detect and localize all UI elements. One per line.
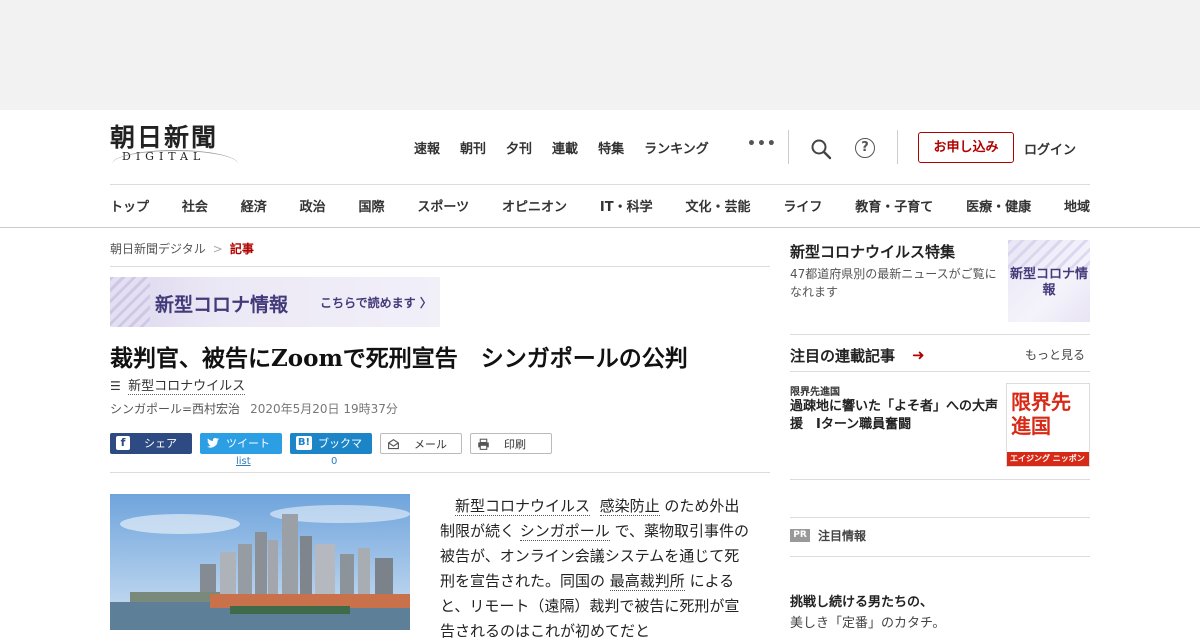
publish-date: 2020年5月20日 19時37分 bbox=[250, 402, 398, 416]
breadcrumb-home[interactable]: 朝日新聞デジタル bbox=[110, 242, 206, 256]
ad-banner-area bbox=[0, 0, 1200, 110]
divider bbox=[897, 130, 898, 164]
feature-thumb-text: 新型コロナ情報 bbox=[1009, 267, 1088, 298]
serial-headline[interactable]: 過疎地に響いた「よそ者」への大声援 Iターン職員奮闘 bbox=[790, 398, 1002, 434]
cat-it-science[interactable]: IT・科学 bbox=[600, 196, 653, 215]
article-body: 新型コロナウイルス 感染防止 のため外出制限が続く シンガポール で、薬物取引事… bbox=[440, 494, 750, 644]
mail-icon bbox=[388, 438, 399, 449]
nav-rensai[interactable]: 連載 bbox=[552, 138, 578, 157]
serial-thumb-bar: エイジング ニッポン bbox=[1007, 452, 1089, 466]
banner-cta: こちらで読めます 〉 bbox=[320, 296, 432, 310]
subscribe-button[interactable]: お申し込み bbox=[918, 132, 1014, 163]
serial-section-title[interactable]: 注目の連載記事 bbox=[790, 345, 895, 366]
site-header: 朝日新聞 DIGITAL 速報 朝刊 夕刊 連載 特集 ランキング ••• ? … bbox=[0, 110, 1200, 228]
cat-society[interactable]: 社会 bbox=[182, 196, 208, 215]
site-logo[interactable]: 朝日新聞 DIGITAL bbox=[110, 124, 242, 168]
nav-tokushu[interactable]: 特集 bbox=[598, 138, 624, 157]
serial-label: 限界先進国 bbox=[790, 387, 840, 398]
breadcrumb: 朝日新聞デジタル > 記事 bbox=[110, 240, 254, 257]
list-icon: ☰ bbox=[110, 379, 121, 393]
breadcrumb-separator: > bbox=[212, 242, 223, 256]
nav-sokuho[interactable]: 速報 bbox=[414, 138, 440, 157]
author: シンガポール=西村宏治 bbox=[110, 402, 241, 416]
serial-thumb-title: 限界先進国 bbox=[1011, 390, 1071, 438]
print-label: 印刷 bbox=[504, 438, 526, 451]
hatena-icon: B! bbox=[296, 436, 312, 450]
keyword-link-singapore[interactable]: シンガポール bbox=[519, 522, 610, 541]
twitter-icon bbox=[206, 437, 220, 448]
arrow-right-icon[interactable]: ➜ bbox=[912, 346, 925, 364]
divider bbox=[790, 556, 1090, 557]
cat-politics[interactable]: 政治 bbox=[300, 196, 326, 215]
cat-health[interactable]: 医療・健康 bbox=[966, 196, 1031, 215]
more-link[interactable]: もっと見る bbox=[1025, 346, 1085, 363]
breadcrumb-current: 記事 bbox=[229, 242, 254, 256]
mail-share-button[interactable]: メール bbox=[380, 433, 462, 454]
category-nav: トップ 社会 経済 政治 国際 スポーツ オピニオン IT・科学 文化・芸能 ラ… bbox=[110, 196, 1090, 215]
printer-icon bbox=[478, 438, 489, 450]
body-indent bbox=[440, 497, 455, 515]
search-icon[interactable] bbox=[810, 138, 832, 160]
twitter-share-button[interactable]: ツイート bbox=[200, 433, 282, 454]
pr-badge: PR bbox=[790, 529, 810, 542]
feature-description: 47都道府県別の最新ニュースがご覧になれます bbox=[790, 267, 997, 299]
facebook-share-button[interactable]: f シェア bbox=[110, 433, 192, 454]
facebook-icon: f bbox=[116, 436, 130, 450]
divider bbox=[790, 334, 1090, 335]
help-icon[interactable]: ? bbox=[855, 138, 875, 158]
divider bbox=[790, 371, 1090, 372]
topic-tag[interactable]: 新型コロナウイルス bbox=[128, 379, 246, 395]
cat-life[interactable]: ライフ bbox=[783, 196, 822, 215]
cat-opinion[interactable]: オピニオン bbox=[502, 196, 567, 215]
cat-international[interactable]: 国際 bbox=[359, 196, 385, 215]
nav-choukan[interactable]: 朝刊 bbox=[460, 138, 486, 157]
cat-education[interactable]: 教育・子育て bbox=[855, 196, 933, 215]
cat-top[interactable]: トップ bbox=[110, 196, 149, 215]
feature-thumbnail[interactable]: 新型コロナ情報 bbox=[1008, 240, 1090, 322]
facebook-share-label: シェア bbox=[144, 437, 177, 450]
logo-main-text: 朝日新聞 bbox=[110, 123, 219, 152]
divider bbox=[788, 130, 789, 164]
pr-subheadline[interactable]: 美しき「定番」のカタチ。 bbox=[790, 612, 945, 631]
mail-label: メール bbox=[414, 438, 447, 451]
banner-decoration bbox=[110, 277, 150, 327]
pr-headline[interactable]: 挑戦し続ける男たちの、 bbox=[790, 591, 933, 610]
twitter-count[interactable]: list bbox=[236, 456, 251, 467]
cat-region[interactable]: 地域 bbox=[1064, 196, 1090, 215]
cat-culture[interactable]: 文化・芸能 bbox=[685, 196, 750, 215]
hatena-bookmark-button[interactable]: B! ブックマーク bbox=[290, 433, 372, 471]
print-button[interactable]: 印刷 bbox=[470, 433, 552, 454]
pr-section-title: 注目情報 bbox=[818, 529, 867, 543]
hatena-count[interactable]: 0 bbox=[331, 456, 337, 467]
keyword-link-corona[interactable]: 新型コロナウイルス bbox=[455, 497, 591, 516]
nav-ranking[interactable]: ランキング bbox=[644, 138, 709, 157]
banner-title: 新型コロナ情報 bbox=[155, 294, 289, 316]
divider bbox=[790, 479, 1090, 480]
divider bbox=[110, 266, 770, 267]
login-link[interactable]: ログイン bbox=[1024, 139, 1076, 158]
keyword-link-infection-prevention[interactable]: 感染防止 bbox=[599, 497, 660, 516]
byline: シンガポール=西村宏治 2020年5月20日 19時37分 bbox=[110, 400, 398, 417]
top-nav: 速報 朝刊 夕刊 連載 特集 ランキング bbox=[414, 138, 729, 157]
cat-sports[interactable]: スポーツ bbox=[417, 196, 469, 215]
article-photo[interactable] bbox=[110, 494, 410, 630]
thumb-decoration bbox=[1008, 240, 1090, 270]
keyword-link-supreme-court[interactable]: 最高裁判所 bbox=[609, 572, 685, 591]
twitter-share-label: ツイート bbox=[226, 437, 270, 450]
article-title: 裁判官、被告にZoomで死刑宣告 シンガポールの公判 bbox=[110, 345, 688, 372]
divider bbox=[790, 517, 1090, 518]
nav-yukan[interactable]: 夕刊 bbox=[506, 138, 532, 157]
cat-economy[interactable]: 経済 bbox=[241, 196, 267, 215]
divider bbox=[110, 472, 770, 473]
corona-info-banner[interactable]: 新型コロナ情報 こちらで読めます 〉 bbox=[110, 277, 440, 327]
more-menu-icon[interactable]: ••• bbox=[747, 136, 777, 152]
divider bbox=[110, 184, 1090, 185]
feature-title[interactable]: 新型コロナウイルス特集 bbox=[790, 241, 955, 262]
serial-thumbnail[interactable]: 限界先進国 エイジング ニッポン bbox=[1006, 383, 1090, 467]
article-tag-row: ☰ 新型コロナウイルス bbox=[110, 375, 246, 395]
